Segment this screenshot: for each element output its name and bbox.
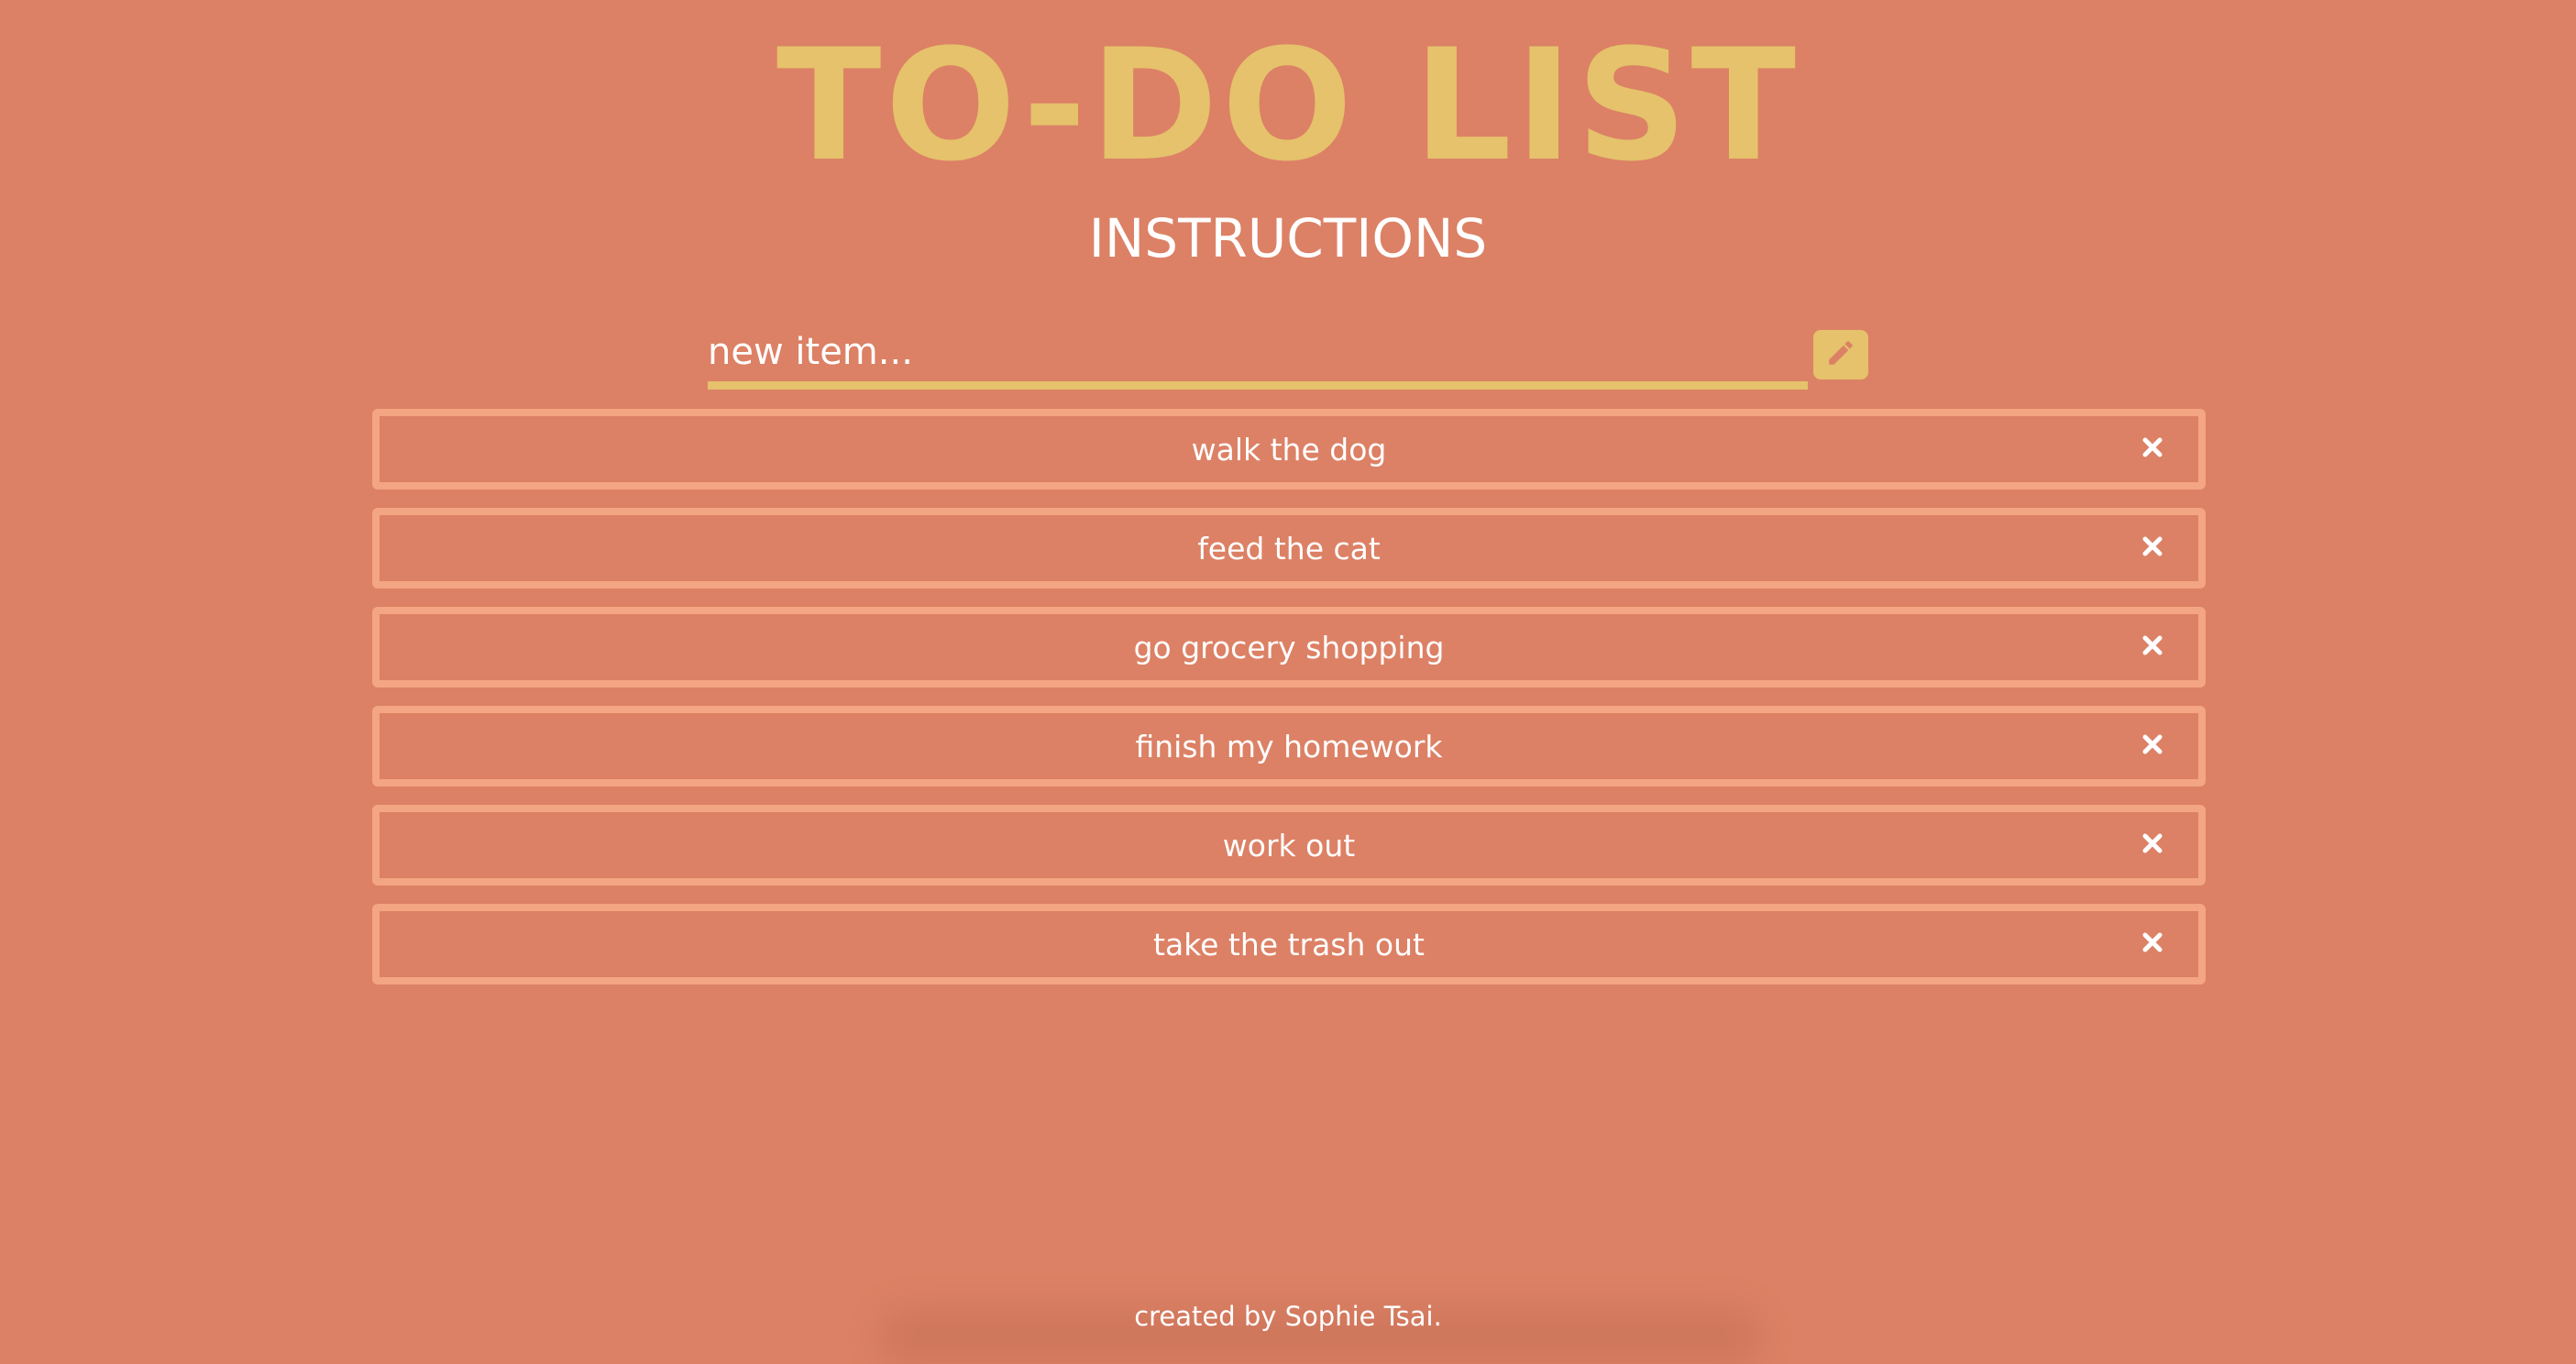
close-icon	[2141, 535, 2163, 561]
todo-item[interactable]: finish my homework	[372, 706, 2206, 786]
delete-item-button[interactable]	[2134, 629, 2171, 666]
footer-credit: created by Sophie Tsai.	[1134, 1301, 1442, 1332]
close-icon	[2141, 832, 2163, 858]
todo-item[interactable]: feed the cat	[372, 508, 2206, 588]
todo-item-label[interactable]: take the trash out	[1153, 927, 1425, 962]
close-icon	[2141, 634, 2163, 660]
todo-item-label[interactable]: walk the dog	[1192, 432, 1387, 468]
todo-item[interactable]: take the trash out	[372, 904, 2206, 984]
todo-list: walk the dog feed the cat go grocery sho…	[372, 409, 2206, 1003]
close-icon	[2141, 436, 2163, 462]
add-item-button[interactable]	[1813, 330, 1868, 380]
todo-item[interactable]: go grocery shopping	[372, 607, 2206, 688]
todo-item-label[interactable]: feed the cat	[1197, 531, 1381, 566]
app-title: TO-DO LIST	[776, 16, 1800, 195]
instructions-toggle[interactable]: INSTRUCTIONS	[0, 204, 2576, 273]
todo-item-label[interactable]: work out	[1223, 828, 1355, 864]
delete-item-button[interactable]	[2134, 926, 2171, 962]
todo-item-label[interactable]: go grocery shopping	[1134, 630, 1445, 666]
delete-item-button[interactable]	[2134, 728, 2171, 764]
delete-item-button[interactable]	[2134, 431, 2171, 468]
todo-item-label[interactable]: finish my homework	[1135, 729, 1442, 764]
close-icon	[2141, 733, 2163, 759]
new-item-input[interactable]	[708, 323, 1808, 390]
delete-item-button[interactable]	[2134, 827, 2171, 864]
close-icon	[2141, 931, 2163, 957]
todo-item[interactable]: walk the dog	[372, 409, 2206, 490]
delete-item-button[interactable]	[2134, 530, 2171, 566]
pencil-icon	[1825, 337, 1856, 372]
new-item-form	[708, 323, 1868, 390]
todo-item[interactable]: work out	[372, 805, 2206, 886]
